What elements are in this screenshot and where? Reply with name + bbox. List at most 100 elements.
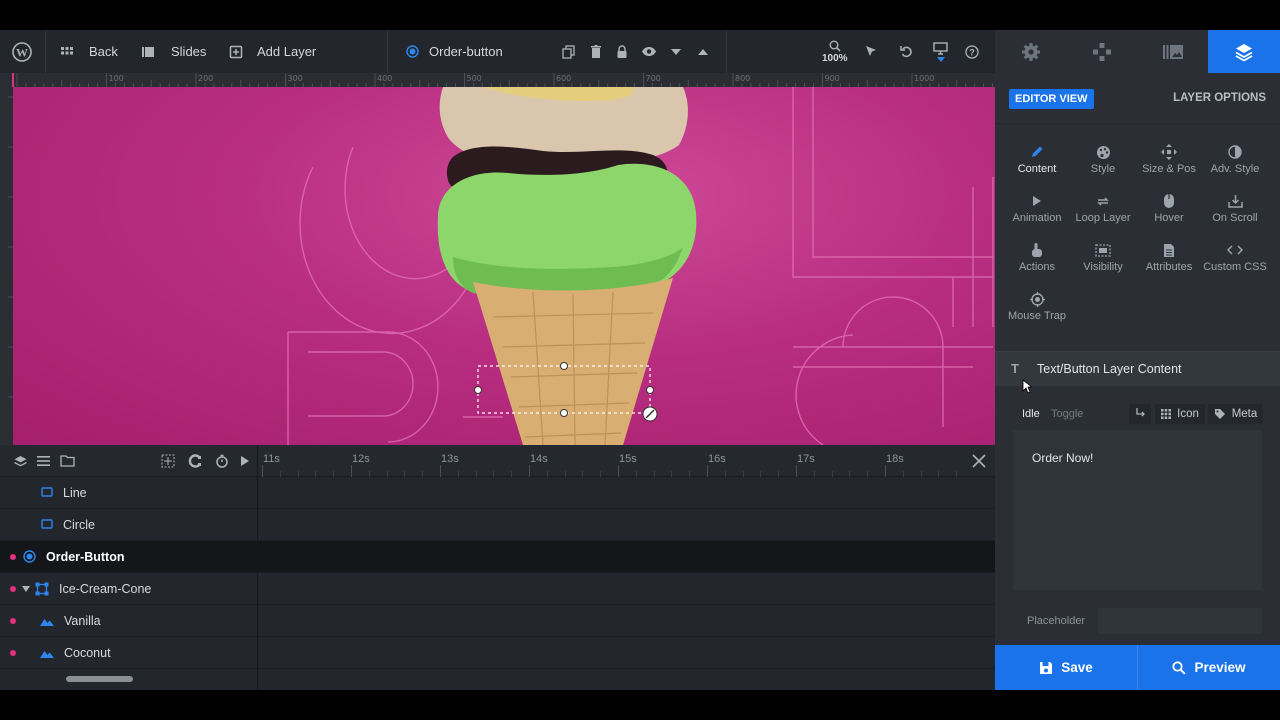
timeline-tick [885, 465, 886, 477]
tab-navigation[interactable] [1066, 30, 1137, 73]
magnet-icon[interactable] [188, 454, 202, 468]
caret-down-icon[interactable] [22, 586, 30, 592]
preview-button[interactable]: Preview [1138, 645, 1280, 690]
tab-idle[interactable]: Idle [1022, 408, 1040, 420]
layer-options-title: LAYER OPTIONS [1173, 92, 1266, 104]
vertical-ruler [0, 87, 13, 445]
current-layer-selector[interactable]: Order-button [406, 30, 503, 73]
tab-slide-library[interactable] [1137, 30, 1208, 73]
layer-row-vanilla[interactable]: Vanilla [0, 605, 995, 637]
option-on-scroll[interactable]: On Scroll [1202, 190, 1268, 234]
option-style[interactable]: Style [1070, 141, 1136, 185]
timeline-tick [440, 465, 441, 477]
eye-icon [641, 46, 657, 57]
layer-row-circle[interactable]: Circle [0, 509, 995, 541]
device-view-button[interactable] [933, 30, 948, 73]
option-label: Visibility [1083, 261, 1123, 273]
placeholder-input[interactable] [1098, 608, 1262, 634]
timeline-ruler[interactable]: 11s 12s 13s 14s 15s 16s 17s 18s [258, 445, 958, 477]
trash-icon [590, 45, 602, 58]
option-custom-css[interactable]: Custom CSS [1202, 239, 1268, 283]
timeline-tick-label: 18s [886, 453, 904, 465]
pointer-tool-button[interactable] [865, 30, 877, 73]
editor-view-badge[interactable]: EDITOR VIEW [1009, 89, 1094, 109]
option-attributes[interactable]: Attributes [1136, 239, 1202, 283]
add-layer-icon [229, 45, 243, 59]
undo-button[interactable] [900, 30, 913, 73]
close-icon[interactable] [972, 454, 986, 468]
option-visibility[interactable]: Visibility [1070, 239, 1136, 283]
line-break-button[interactable] [1129, 404, 1151, 424]
timer-icon[interactable] [215, 454, 229, 468]
placeholder-label: Placeholder [1027, 615, 1086, 627]
lock-icon [616, 44, 628, 59]
folder-icon[interactable] [60, 454, 75, 467]
timeline-tick [796, 465, 797, 477]
image-icon [40, 616, 54, 626]
add-layer-button[interactable]: Add Layer [229, 30, 316, 73]
play-icon [1032, 190, 1042, 212]
save-button[interactable]: Save [995, 645, 1137, 690]
tab-layers[interactable] [1208, 30, 1280, 73]
zoom-control[interactable]: 100% [822, 30, 848, 73]
layer-name: Ice-Cream-Cone [59, 581, 152, 596]
content-section-header[interactable]: T Text/Button Layer Content [995, 351, 1280, 386]
ruler-label: 700 [645, 74, 661, 83]
slides-label: Slides [171, 44, 207, 59]
magnifier-icon [829, 40, 841, 52]
option-actions[interactable]: Actions [1004, 239, 1070, 283]
snap-grid-icon[interactable] [161, 454, 175, 468]
content-text: Order Now! [1032, 451, 1094, 465]
tag-icon [1214, 408, 1226, 420]
help-button[interactable]: ? [965, 30, 979, 73]
save-label: Save [1061, 660, 1093, 675]
layer-row-ice-cream-cone[interactable]: Ice-Cream-Cone [0, 573, 995, 605]
insert-icon-button[interactable]: Icon [1155, 404, 1205, 424]
horizontal-scrollbar-thumb[interactable] [66, 676, 133, 682]
move-layer-up-button[interactable] [697, 30, 709, 73]
slide-canvas[interactable] [13, 87, 995, 445]
layer-row-coconut[interactable]: Coconut [0, 637, 995, 669]
move-layer-down-button[interactable] [670, 30, 682, 73]
timeline-tick [351, 465, 352, 477]
option-size-pos[interactable]: Size & Pos [1136, 141, 1202, 185]
layer-row-line[interactable]: Line [0, 477, 995, 509]
slides-button[interactable]: Slides [141, 30, 206, 73]
layers-toggle-icon[interactable] [14, 455, 27, 468]
svg-text:W: W [16, 45, 28, 59]
option-label: Mouse Trap [1007, 310, 1067, 322]
insert-meta-button[interactable]: Meta [1208, 404, 1263, 424]
layer-color-dot [10, 650, 16, 656]
option-label: Style [1090, 163, 1116, 175]
back-button[interactable]: Back [60, 30, 118, 73]
meta-label: Meta [1231, 408, 1258, 420]
timeline-tick [262, 465, 263, 477]
option-adv-style[interactable]: Adv. Style [1202, 141, 1268, 185]
ruler-label: 300 [287, 74, 303, 83]
gear-icon [1021, 42, 1041, 62]
option-label: Content [1017, 163, 1057, 175]
svg-text:?: ? [969, 47, 975, 57]
timeline-tick-label: 13s [441, 453, 459, 465]
visibility-toggle-button[interactable] [641, 30, 657, 73]
option-mouse-trap[interactable]: Mouse Trap [1004, 288, 1070, 332]
layer-color-dot [10, 586, 16, 592]
layer-row-order-button[interactable]: Order-Button [0, 541, 995, 573]
duplicate-layer-button[interactable] [562, 30, 575, 73]
option-loop-layer[interactable]: Loop Layer [1070, 190, 1136, 234]
option-hover[interactable]: Hover [1136, 190, 1202, 234]
play-button-icon[interactable] [240, 455, 250, 467]
delete-layer-button[interactable] [590, 30, 602, 73]
tab-toggle[interactable]: Toggle [1051, 408, 1083, 420]
list-view-icon[interactable] [37, 455, 50, 467]
layer-options-panel: EDITOR VIEW LAYER OPTIONS Content Style … [995, 73, 1280, 690]
content-textarea[interactable]: Order Now! [1013, 430, 1262, 590]
option-animation[interactable]: Animation [1004, 190, 1070, 234]
option-label: Attributes [1145, 261, 1193, 273]
target-icon [23, 550, 36, 563]
option-content[interactable]: Content [1004, 141, 1070, 185]
wordpress-logo-icon[interactable]: W [12, 30, 32, 73]
pencil-icon [1030, 141, 1044, 163]
tab-settings[interactable] [995, 30, 1066, 73]
lock-layer-button[interactable] [616, 30, 628, 73]
